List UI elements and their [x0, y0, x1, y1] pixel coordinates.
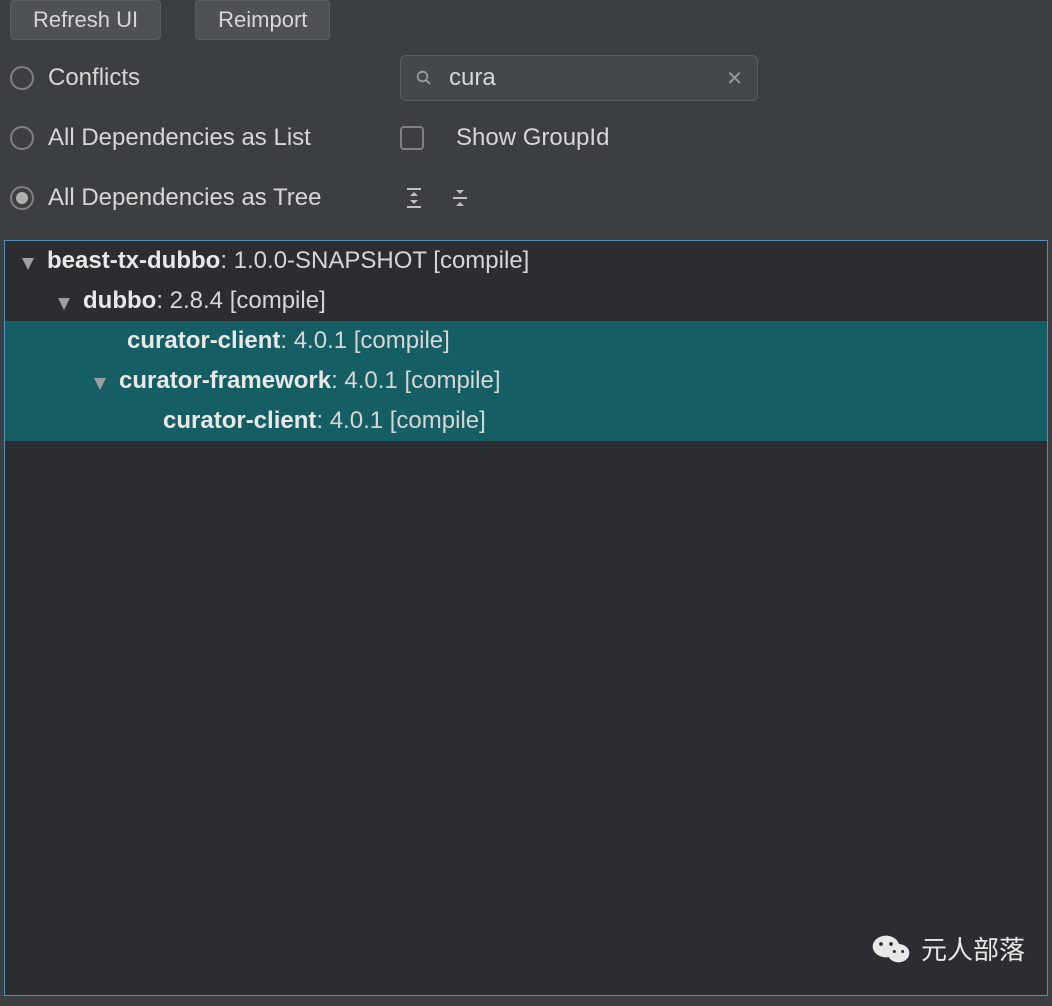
- dependency-meta: : 4.0.1 [compile]: [280, 327, 449, 355]
- search-icon: [415, 69, 433, 87]
- reimport-button[interactable]: Reimport: [195, 0, 330, 40]
- radio-conflicts[interactable]: [10, 66, 34, 90]
- controls: Conflicts ✕ All Dependencies as List: [0, 48, 1052, 228]
- radio-all-list[interactable]: [10, 126, 34, 150]
- label-all-tree: All Dependencies as Tree: [48, 184, 322, 212]
- dependency-meta: : 4.0.1 [compile]: [331, 367, 500, 395]
- radio-all-tree[interactable]: [10, 186, 34, 210]
- dependency-name: curator-client: [163, 407, 316, 435]
- label-show-groupid: Show GroupId: [456, 124, 609, 152]
- disclosure-triangle-icon[interactable]: [55, 292, 73, 310]
- label-all-list: All Dependencies as List: [48, 124, 311, 152]
- refresh-button[interactable]: Refresh UI: [10, 0, 161, 40]
- clear-search-icon[interactable]: ✕: [726, 66, 743, 91]
- dependency-name: curator-framework: [119, 367, 331, 395]
- row-all-tree: All Dependencies as Tree: [10, 168, 1042, 228]
- disclosure-triangle-icon[interactable]: [19, 252, 37, 270]
- dependency-name: curator-client: [127, 327, 280, 355]
- watermark-text: 元人部落: [921, 930, 1025, 967]
- tree-row[interactable]: beast-tx-dubbo : 1.0.0-SNAPSHOT [compile…: [5, 241, 1047, 281]
- dependency-meta: : 2.8.4 [compile]: [156, 287, 325, 315]
- checkbox-show-groupid[interactable]: [400, 126, 424, 150]
- tree-row[interactable]: curator-framework : 4.0.1 [compile]: [5, 361, 1047, 401]
- tree-row[interactable]: curator-client : 4.0.1 [compile]: [5, 401, 1047, 441]
- collapse-all-icon[interactable]: [446, 184, 474, 212]
- dependency-name: beast-tx-dubbo: [47, 247, 220, 275]
- expand-all-icon[interactable]: [400, 184, 428, 212]
- watermark: 元人部落: [871, 930, 1025, 967]
- row-all-list: All Dependencies as List Show GroupId: [10, 108, 1042, 168]
- search-input[interactable]: [449, 64, 726, 92]
- tree-row[interactable]: curator-client : 4.0.1 [compile]: [5, 321, 1047, 361]
- row-conflicts: Conflicts ✕: [10, 48, 1042, 108]
- dependency-meta: : 1.0.0-SNAPSHOT [compile]: [220, 247, 529, 275]
- dependency-tree-panel: beast-tx-dubbo : 1.0.0-SNAPSHOT [compile…: [4, 240, 1048, 996]
- dependency-name: dubbo: [83, 287, 156, 315]
- label-conflicts: Conflicts: [48, 64, 140, 92]
- tree-row[interactable]: dubbo : 2.8.4 [compile]: [5, 281, 1047, 321]
- toolbar: Refresh UI Reimport: [0, 0, 1052, 48]
- disclosure-triangle-icon[interactable]: [91, 372, 109, 390]
- wechat-icon: [871, 932, 911, 966]
- dependency-meta: : 4.0.1 [compile]: [316, 407, 485, 435]
- search-box[interactable]: ✕: [400, 55, 758, 101]
